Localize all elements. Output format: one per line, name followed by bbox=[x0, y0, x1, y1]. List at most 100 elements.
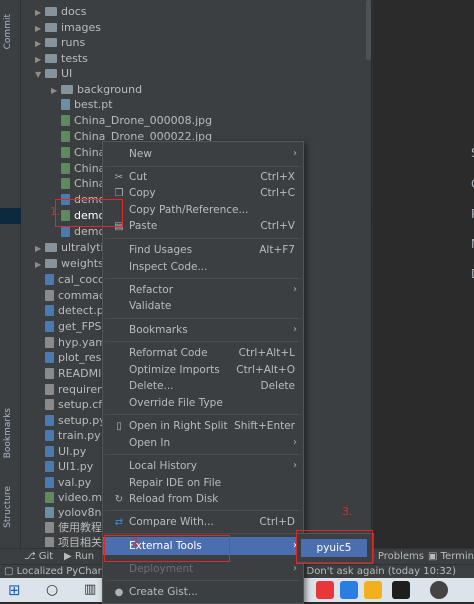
image-file-icon bbox=[61, 115, 70, 126]
tree-file[interactable]: val.py bbox=[45, 475, 91, 491]
pycharm-icon[interactable] bbox=[392, 581, 410, 599]
image-file-icon bbox=[61, 163, 70, 174]
menu-item-delete[interactable]: Delete... Delete bbox=[103, 378, 303, 394]
tree-file[interactable]: 使用教程 bbox=[45, 520, 102, 536]
tree-file[interactable]: 项目相关 bbox=[45, 535, 102, 547]
menu-item-reload-from-disk[interactable]: ↻ Reload from Disk bbox=[103, 491, 303, 507]
text-file-icon bbox=[45, 537, 54, 547]
menu-item-cut[interactable]: ✂ Cut Ctrl+X bbox=[103, 169, 303, 185]
folder-icon bbox=[45, 54, 57, 63]
tree-folder-tests[interactable]: ▶ tests bbox=[35, 51, 88, 67]
menu-item-deployment[interactable]: Deployment › bbox=[103, 561, 303, 577]
menu-item-repair-ide[interactable]: Repair IDE on File bbox=[103, 475, 303, 491]
tree-file[interactable]: hyp.yam bbox=[45, 335, 106, 351]
video-file-icon bbox=[45, 492, 54, 503]
menu-separator bbox=[105, 238, 301, 239]
folder-icon bbox=[45, 243, 57, 252]
menu-separator bbox=[105, 580, 301, 581]
edge-browser-icon[interactable] bbox=[340, 581, 358, 599]
menu-item-optimize-imports[interactable]: Optimize Imports Ctrl+Alt+O bbox=[103, 362, 303, 378]
tree-file-best-pt[interactable]: best.pt bbox=[61, 97, 113, 113]
project-scrollbar-thumb[interactable] bbox=[366, 0, 371, 60]
file-icon bbox=[45, 507, 54, 518]
menu-item-validate[interactable]: Validate bbox=[103, 298, 303, 314]
tree-folder-ui[interactable]: ▼ UI bbox=[35, 66, 72, 82]
tree-file[interactable]: requiren bbox=[45, 382, 104, 398]
tree-file[interactable]: video.mp bbox=[45, 490, 109, 506]
clock-app-icon[interactable] bbox=[430, 581, 448, 599]
problems-tab[interactable]: ● Problems bbox=[366, 549, 424, 565]
tree-folder-ultralytics[interactable]: ▶ ultralytic bbox=[35, 240, 110, 256]
search-icon[interactable]: ○ bbox=[46, 581, 64, 599]
tree-file[interactable]: setup.cfg bbox=[45, 397, 109, 413]
python-file-icon bbox=[45, 274, 54, 285]
tree-file[interactable]: get_FPS. bbox=[45, 319, 105, 335]
menu-item-new[interactable]: New › bbox=[103, 146, 303, 162]
tree-file-image[interactable]: China bbox=[61, 145, 105, 161]
tree-folder-weights[interactable]: ▶ weights bbox=[35, 256, 104, 272]
tree-folder-background[interactable]: ▶ background bbox=[51, 82, 142, 98]
menu-item-paste[interactable]: ▤ Paste Ctrl+V bbox=[103, 218, 303, 234]
folder-icon bbox=[61, 85, 73, 94]
structure-tab[interactable]: Structure bbox=[3, 486, 13, 528]
menu-item-bookmarks[interactable]: Bookmarks › bbox=[103, 322, 303, 338]
scissors-icon: ✂ bbox=[114, 172, 124, 183]
python-file-icon bbox=[45, 477, 54, 488]
status-text-right[interactable]: / Don't ask again (today 10:32) bbox=[300, 565, 456, 579]
menu-item-copy[interactable]: ❐ Copy Ctrl+C bbox=[103, 185, 303, 201]
split-icon: ▯ bbox=[116, 421, 122, 432]
python-file-icon bbox=[45, 415, 54, 426]
tree-file-image[interactable]: China bbox=[61, 161, 105, 177]
tree-file[interactable]: commac bbox=[45, 288, 105, 304]
tree-file[interactable]: cal_coco bbox=[45, 272, 105, 288]
markdown-file-icon bbox=[45, 368, 54, 379]
menu-item-override-file-type[interactable]: Override File Type bbox=[103, 395, 303, 411]
chrome-browser-icon[interactable] bbox=[364, 581, 382, 599]
menu-item-reformat-code[interactable]: Reformat Code Ctrl+Alt+L bbox=[103, 345, 303, 361]
menu-separator bbox=[105, 278, 301, 279]
git-tab[interactable]: ⎇ Git bbox=[24, 549, 53, 565]
annotation-box-2 bbox=[104, 535, 230, 562]
config-file-icon bbox=[45, 399, 54, 410]
file-icon bbox=[61, 99, 70, 110]
windows-start-icon[interactable]: ⊞ bbox=[8, 581, 26, 599]
task-view-icon[interactable]: ▥ bbox=[84, 581, 102, 599]
commit-tab[interactable]: Commit bbox=[3, 14, 13, 49]
menu-item-find-usages[interactable]: Find Usages Alt+F7 bbox=[103, 242, 303, 258]
menu-item-open-in[interactable]: Open In › bbox=[103, 435, 303, 451]
menu-item-compare-with[interactable]: ⇄ Compare With... Ctrl+D bbox=[103, 514, 303, 530]
python-file-icon bbox=[61, 226, 70, 237]
tree-file[interactable]: setup.py bbox=[45, 413, 106, 429]
tree-file[interactable]: UI1.py bbox=[45, 459, 93, 475]
folder-icon bbox=[45, 38, 57, 47]
python-file-icon bbox=[45, 352, 54, 363]
tree-file-image[interactable]: China bbox=[61, 176, 105, 192]
tree-file[interactable]: detect.py bbox=[45, 303, 110, 319]
menu-item-inspect-code[interactable]: Inspect Code... bbox=[103, 259, 303, 275]
folder-icon bbox=[45, 259, 57, 268]
menu-item-copy-path[interactable]: Copy Path/Reference... bbox=[103, 202, 303, 218]
annotation-box-1 bbox=[55, 199, 123, 227]
tree-folder-runs[interactable]: ▶ runs bbox=[35, 35, 85, 51]
python-file-icon bbox=[45, 446, 54, 457]
menu-item-create-gist[interactable]: ● Create Gist... bbox=[103, 584, 303, 600]
annotation-label-1: 1. bbox=[50, 205, 61, 218]
bookmarks-tab[interactable]: Bookmarks bbox=[3, 408, 13, 458]
tree-file[interactable]: yolov8n bbox=[45, 505, 102, 521]
tree-file[interactable]: UI.py bbox=[45, 444, 86, 460]
tree-file-image[interactable]: China_Drone_000008.jpg bbox=[61, 113, 212, 129]
tree-folder-docs[interactable]: ▶ docs bbox=[35, 4, 87, 20]
folder-icon bbox=[45, 7, 57, 16]
tree-folder-images[interactable]: ▶ images bbox=[35, 20, 101, 36]
tree-file[interactable]: READMI bbox=[45, 366, 101, 382]
reload-icon: ↻ bbox=[114, 494, 124, 505]
run-tab[interactable]: ▶ Run bbox=[64, 549, 94, 565]
menu-item-open-right-split[interactable]: ▯ Open in Right Split Shift+Enter bbox=[103, 418, 303, 434]
menu-item-local-history[interactable]: Local History › bbox=[103, 458, 303, 474]
terminal-tab[interactable]: ▣ Termin bbox=[428, 549, 474, 565]
tree-file[interactable]: train.py bbox=[45, 428, 101, 444]
menu-item-refactor[interactable]: Refactor › bbox=[103, 282, 303, 298]
music-app-icon[interactable] bbox=[316, 581, 334, 599]
tree-file[interactable]: plot_resu bbox=[45, 350, 108, 366]
annotation-label-2: 2. bbox=[132, 536, 143, 549]
